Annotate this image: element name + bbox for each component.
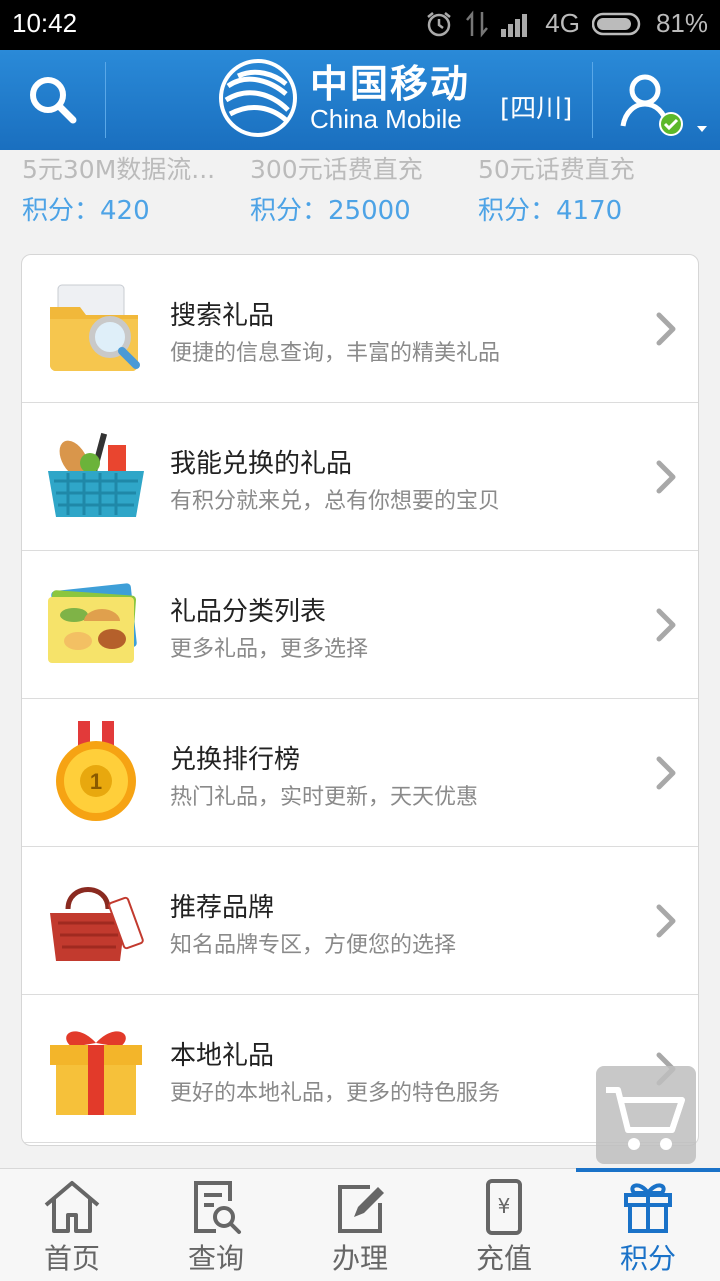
china-mobile-logo-icon (219, 59, 297, 137)
status-icons: 4G 81% (425, 8, 708, 39)
handbag-icon (50, 887, 144, 961)
featured-gift-name: 5元30M数据流... (22, 155, 216, 184)
tab-label: 办理 (331, 1242, 388, 1275)
gift-box-icon (50, 1031, 142, 1115)
chevron-right-icon (656, 460, 676, 494)
region-selector[interactable]: [四川] (500, 88, 572, 125)
featured-gifts-strip: 5元30M数据流... 积分：420 300元话费直充 积分：25000 50元… (0, 150, 720, 250)
menu-item-redeemable-gifts[interactable]: 我能兑换的礼品 有积分就来兑，总有你想要的宝贝 (22, 403, 698, 551)
battery-icon (591, 12, 641, 35)
user-account-button[interactable] (595, 50, 720, 150)
featured-gift-points: 积分：4170 (478, 196, 623, 226)
gift-icon (624, 1183, 672, 1233)
featured-gift-name: 300元话费直充 (250, 155, 423, 184)
edit-icon (338, 1185, 384, 1233)
user-icon (620, 74, 707, 136)
header-divider (592, 62, 593, 138)
app-header: 中国移动 China Mobile [四川] (0, 50, 720, 150)
bottom-tab-bar: 首页 查询 办理 ¥ 充值 积分 (0, 1168, 720, 1281)
tab-label: 充值 (475, 1242, 532, 1275)
menu-item-title: 搜索礼品 (170, 301, 275, 331)
shopping-cart-icon (606, 1087, 685, 1150)
chevron-right-icon (656, 904, 676, 938)
menu-item-title: 礼品分类列表 (170, 597, 327, 627)
tab-transact[interactable]: 办理 (288, 1169, 432, 1281)
tab-label: 查询 (187, 1242, 244, 1275)
brand-name-en: China Mobile (310, 104, 462, 134)
menu-item-subtitle: 更多礼品，更多选择 (170, 637, 369, 662)
network-type: 4G (545, 8, 580, 38)
battery-level: 81% (655, 8, 708, 38)
status-time: 10:42 (12, 8, 78, 38)
featured-gift-points: 积分：25000 (250, 196, 411, 226)
status-bar: 10:42 4G 81% (0, 0, 720, 50)
brand-name-cn: 中国移动 (310, 62, 471, 106)
menu-item-search-gifts[interactable]: 搜索礼品 便捷的信息查询，丰富的精美礼品 (22, 255, 698, 403)
menu-item-brands[interactable]: 推荐品牌 知名品牌专区，方便您的选择 (22, 847, 698, 995)
tab-home[interactable]: 首页 (0, 1169, 144, 1281)
gift-menu-list: 搜索礼品 便捷的信息查询，丰富的精美礼品 我能兑换的礼品 有积分就来兑，总有你想… (21, 254, 699, 1146)
tab-label: 首页 (43, 1242, 100, 1275)
menu-item-title: 我能兑换的礼品 (170, 449, 353, 479)
menu-item-title: 兑换排行榜 (170, 745, 301, 775)
menu-item-title: 本地礼品 (170, 1041, 275, 1071)
shopping-cart-button[interactable] (596, 1066, 696, 1164)
data-arrows-icon (466, 10, 489, 37)
header-divider (105, 62, 106, 138)
menu-item-subtitle: 热门礼品，实时更新，天天优惠 (170, 785, 479, 810)
svg-text:¥: ¥ (498, 1194, 511, 1218)
svg-text:1: 1 (90, 769, 102, 794)
tab-points[interactable]: 积分 (576, 1168, 720, 1281)
tab-label: 积分 (619, 1242, 676, 1275)
recharge-icon: ¥ (486, 1179, 522, 1235)
menu-item-subtitle: 便捷的信息查询，丰富的精美礼品 (170, 341, 501, 366)
tab-recharge[interactable]: ¥ 充值 (432, 1169, 576, 1281)
menu-item-gift-categories[interactable]: 礼品分类列表 更多礼品，更多选择 (22, 551, 698, 699)
menu-item-title: 推荐品牌 (170, 893, 275, 923)
menu-item-ranking[interactable]: 1 兑换排行榜 热门礼品，实时更新，天天优惠 (22, 699, 698, 847)
featured-gift-item[interactable]: 300元话费直充 积分：25000 (250, 150, 423, 227)
chevron-right-icon (656, 756, 676, 790)
category-cards-icon (48, 583, 137, 663)
menu-item-subtitle: 知名品牌专区，方便您的选择 (170, 933, 457, 958)
chevron-right-icon (656, 312, 676, 346)
alarm-icon (427, 11, 452, 36)
home-icon (44, 1181, 100, 1233)
brand-logo: 中国移动 China Mobile (218, 58, 470, 138)
menu-item-subtitle: 有积分就来兑，总有你想要的宝贝 (170, 489, 501, 514)
search-icon (29, 77, 76, 124)
medal-icon: 1 (56, 721, 136, 821)
folder-search-icon (50, 284, 140, 371)
chevron-right-icon (656, 608, 676, 642)
signal-icon (501, 13, 528, 37)
query-icon (194, 1181, 241, 1234)
basket-icon (48, 432, 144, 517)
featured-gift-name: 50元话费直充 (478, 155, 635, 184)
featured-gift-item[interactable]: 5元30M数据流... 积分：420 (22, 150, 215, 227)
featured-gift-item[interactable]: 50元话费直充 积分：4170 (478, 150, 635, 227)
search-button[interactable] (0, 50, 105, 150)
tab-query[interactable]: 查询 (144, 1169, 288, 1281)
featured-gift-points: 积分：420 (22, 196, 150, 226)
menu-item-subtitle: 更好的本地礼品，更多的特色服务 (170, 1081, 501, 1106)
